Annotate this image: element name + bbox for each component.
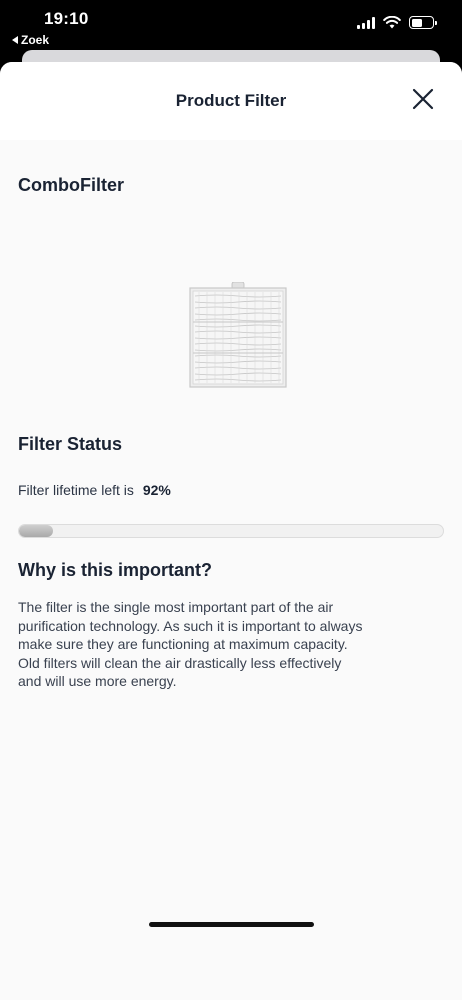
importance-heading: Why is this important? <box>18 560 213 580</box>
filter-image <box>189 282 287 388</box>
filter-status-heading: Filter Status <box>18 434 123 454</box>
back-arrow-icon <box>12 36 18 44</box>
close-icon[interactable] <box>410 86 436 112</box>
status-icons <box>357 16 437 29</box>
filter-lifetime-bar <box>18 524 444 538</box>
product-name: ComboFilter <box>18 175 124 195</box>
filter-lifetime-label: Filter lifetime left is <box>18 482 134 498</box>
page-title: Product Filter <box>175 91 287 110</box>
product-filter-sheet: Product Filter ComboFilter Filter Status… <box>0 62 462 1000</box>
sheet-header: Product Filter <box>0 62 462 140</box>
home-indicator[interactable] <box>149 922 314 927</box>
filter-lifetime-row: Filter lifetime left is 92% <box>18 482 171 498</box>
back-label: Zoek <box>21 33 50 47</box>
status-bar: 19:10 Zoek <box>0 0 462 52</box>
back-to-search-link[interactable]: Zoek <box>12 33 49 47</box>
filter-lifetime-value: 92% <box>142 482 171 498</box>
importance-text: The filter is the single most important … <box>18 599 363 690</box>
status-time: 19:10 <box>44 9 89 28</box>
battery-icon <box>409 16 437 29</box>
signal-icon <box>357 16 375 29</box>
wifi-icon <box>383 16 401 29</box>
filter-lifetime-used <box>19 525 53 537</box>
